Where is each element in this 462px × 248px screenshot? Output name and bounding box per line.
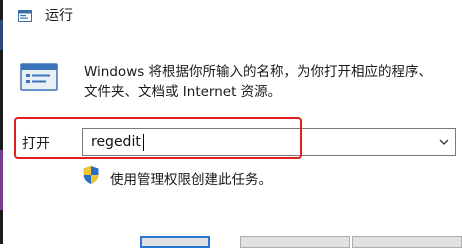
desktop-edge	[0, 0, 3, 244]
cancel-button[interactable]	[240, 236, 350, 248]
command-input[interactable]: regedit	[82, 128, 456, 156]
run-icon	[18, 10, 32, 22]
ok-button[interactable]	[140, 236, 210, 248]
title-bar[interactable]: 运行	[3, 0, 462, 34]
window-title: 运行	[45, 8, 73, 24]
run-program-icon	[20, 63, 58, 91]
dialog-description: Windows 将根据你所输入的名称，为你打开相应的程序、 文件夹、文档或 In…	[84, 62, 454, 102]
desktop-edge-purple	[0, 150, 3, 210]
browse-button[interactable]	[352, 236, 462, 248]
description-line-1: Windows 将根据你所输入的名称，为你打开相应的程序、	[84, 64, 433, 80]
description-line-2: 文件夹、文档或 Internet 资源。	[84, 84, 282, 100]
run-dialog: 运行 Windows 将根据你所输入的名称，为你打开相应的程序、 文件夹、文档或…	[0, 0, 462, 248]
dialog-buttons	[140, 236, 462, 248]
text-caret	[143, 134, 144, 151]
open-label: 打开	[22, 136, 50, 152]
command-value[interactable]: regedit	[91, 134, 141, 150]
uac-shield-icon	[83, 166, 99, 184]
chevron-down-icon[interactable]	[439, 137, 449, 147]
admin-privilege-note: 使用管理权限创建此任务。	[110, 172, 272, 188]
